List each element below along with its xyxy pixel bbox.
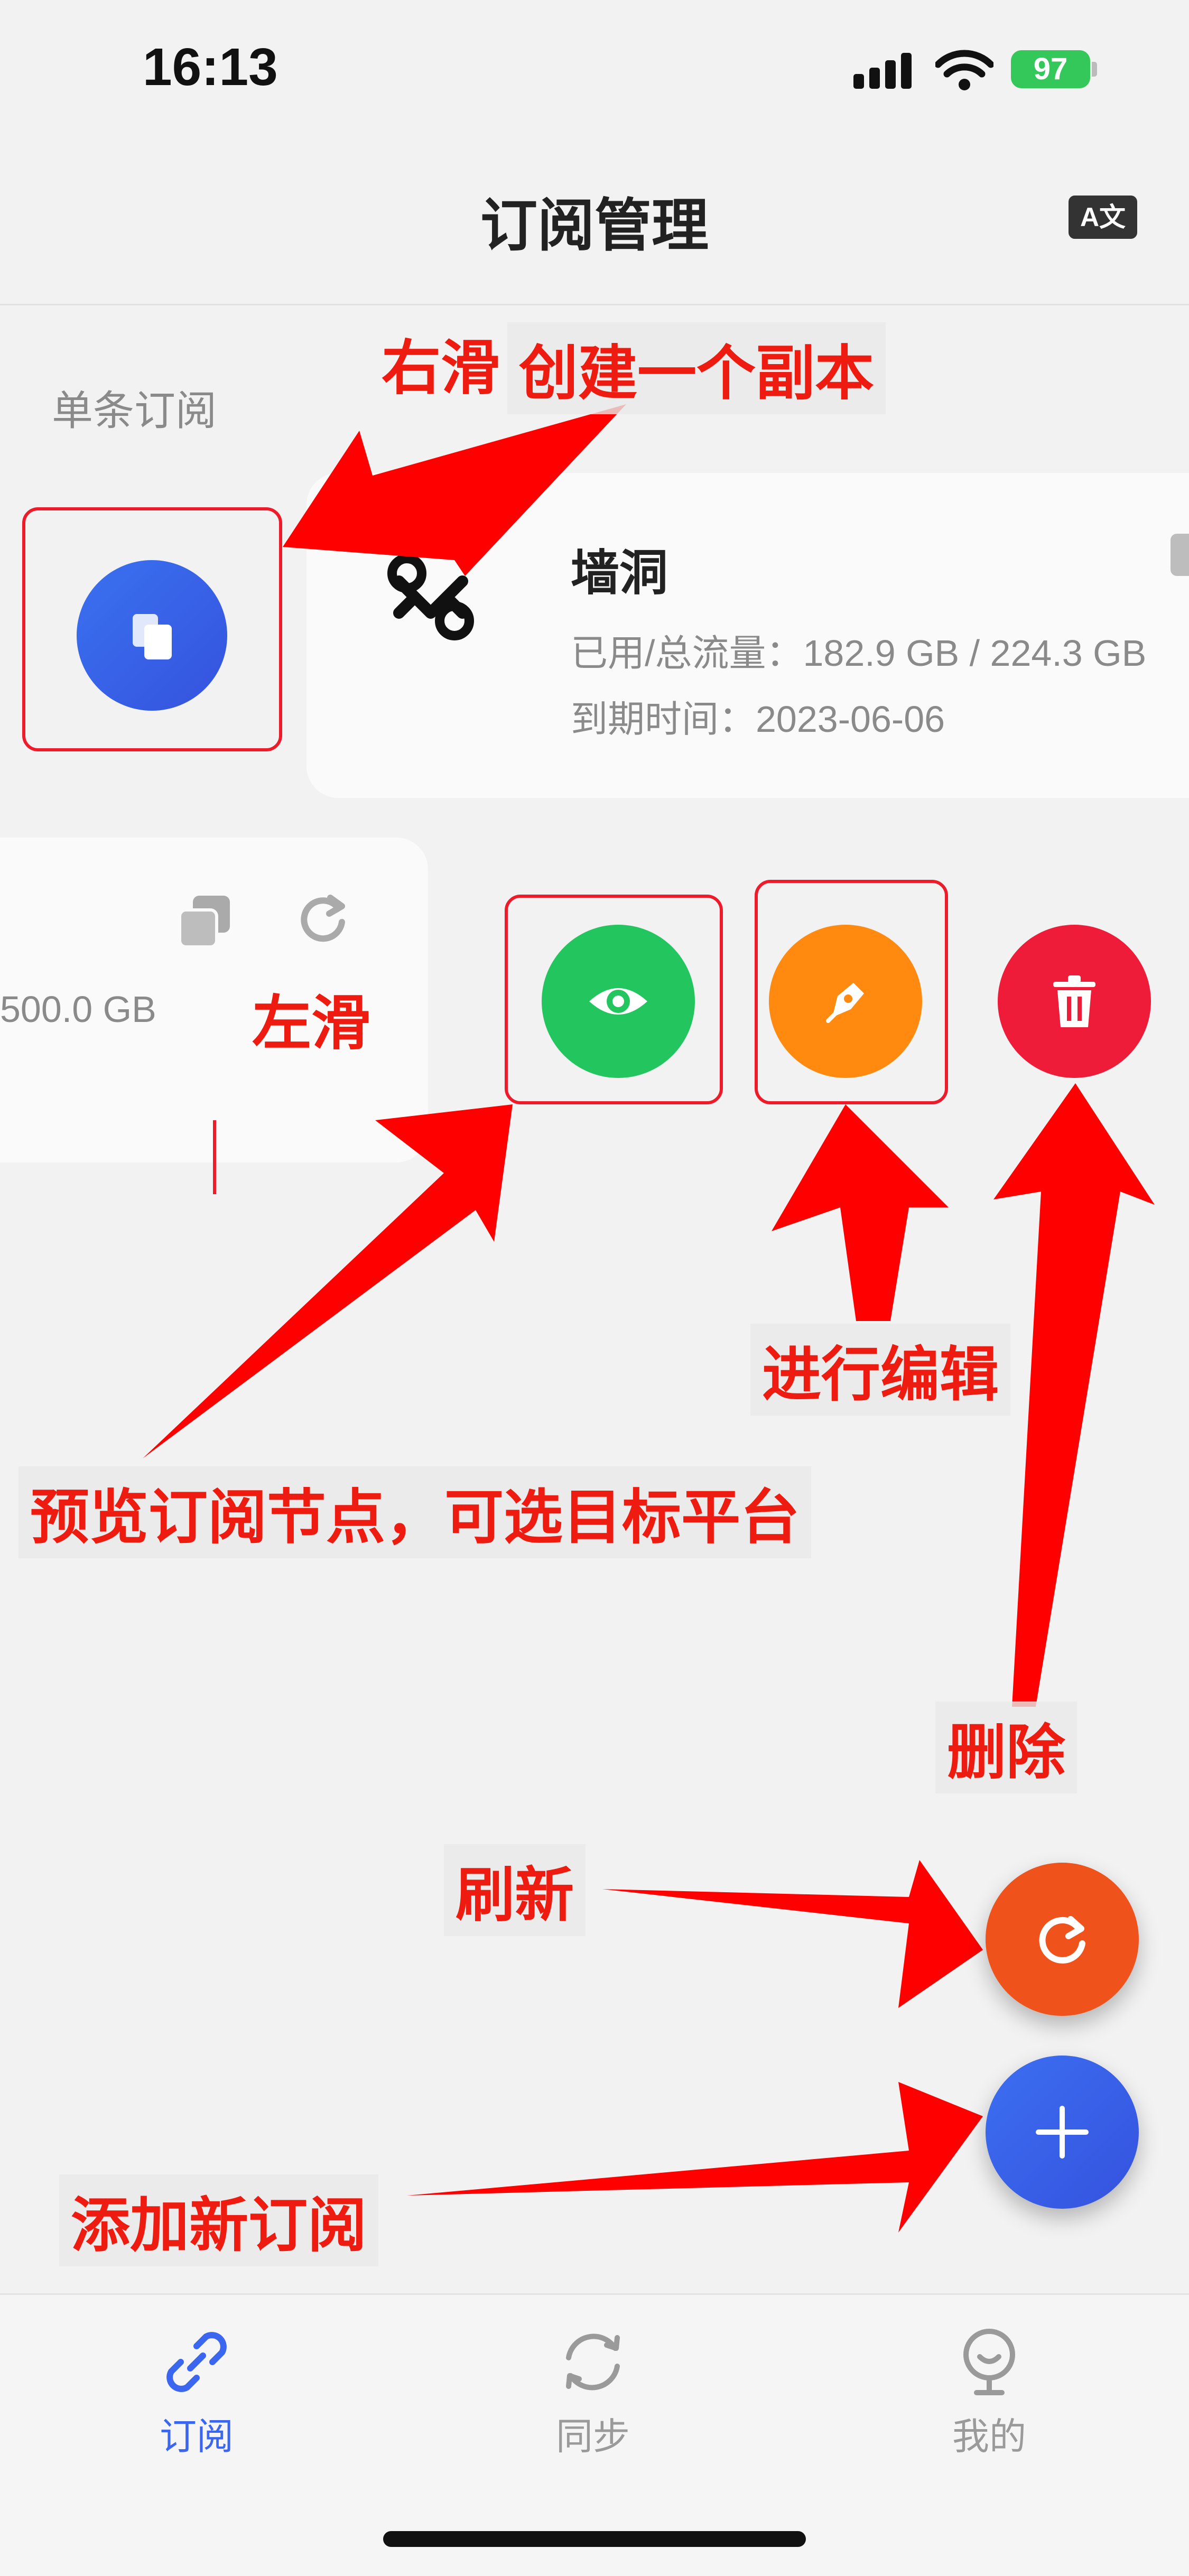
arrow-to-add xyxy=(407,2082,983,2233)
arrow-to-edit xyxy=(772,1104,949,1321)
sync-icon xyxy=(566,2333,620,2391)
annotation-create-copy: 创建一个副本 xyxy=(507,322,886,414)
tab-label: 订阅 xyxy=(160,2416,234,2457)
annotation-edit: 进行编辑 xyxy=(750,1324,1010,1416)
tab-label: 同步 xyxy=(556,2416,630,2457)
arrow-to-refresh xyxy=(602,1860,983,2008)
home-indicator xyxy=(383,2531,806,2547)
tab-sync[interactable]: 同步 xyxy=(487,2325,699,2460)
tab-subscriptions[interactable]: 订阅 xyxy=(91,2325,302,2460)
tab-profile[interactable]: 我的 xyxy=(884,2325,1095,2460)
link-icon xyxy=(166,2332,227,2392)
plus-icon xyxy=(1036,2106,1089,2159)
refresh-icon xyxy=(1039,1916,1085,1964)
arrow-to-delete xyxy=(993,1083,1155,1707)
annotation-refresh: 刷新 xyxy=(444,1844,586,1936)
profile-icon xyxy=(963,2329,1015,2395)
arrow-to-copy xyxy=(283,404,626,576)
annotation-add-new: 添加新订阅 xyxy=(59,2174,378,2266)
tab-label: 我的 xyxy=(952,2416,1026,2457)
arrow-to-preview xyxy=(143,1104,513,1458)
annotation-delete: 删除 xyxy=(935,1701,1077,1793)
annotation-swipe-right: 右滑 xyxy=(382,335,500,401)
refresh-fab[interactable] xyxy=(986,1863,1139,2016)
annotation-swipe-left: 左滑 xyxy=(252,990,370,1056)
add-subscription-fab[interactable] xyxy=(986,2056,1139,2209)
annotation-preview: 预览订阅节点，可选目标平台 xyxy=(18,1466,811,1558)
